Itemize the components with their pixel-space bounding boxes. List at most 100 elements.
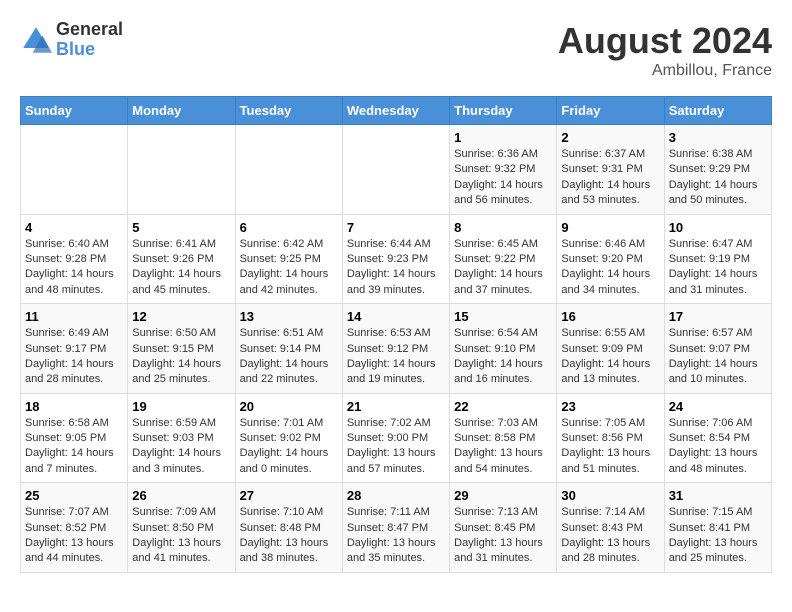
day-number: 31 [669, 488, 767, 503]
day-info: Daylight: 14 hours and 10 minutes. [669, 357, 767, 388]
calendar-cell: 24Sunrise: 7:06 AMSunset: 8:54 PMDayligh… [664, 393, 771, 483]
logo-blue-text: Blue [56, 40, 123, 60]
day-number: 16 [561, 309, 659, 324]
day-info: Daylight: 14 hours and 34 minutes. [561, 267, 659, 298]
day-info: Sunset: 9:26 PM [132, 252, 230, 267]
day-info: Sunset: 8:58 PM [454, 431, 552, 446]
day-info: Sunrise: 7:01 AM [240, 416, 338, 431]
day-info: Sunrise: 7:05 AM [561, 416, 659, 431]
day-info: Sunrise: 6:58 AM [25, 416, 123, 431]
day-number: 30 [561, 488, 659, 503]
day-info: Daylight: 13 hours and 57 minutes. [347, 446, 445, 477]
day-info: Sunrise: 6:50 AM [132, 326, 230, 341]
day-info: Sunrise: 7:11 AM [347, 505, 445, 520]
calendar-cell: 13Sunrise: 6:51 AMSunset: 9:14 PMDayligh… [235, 304, 342, 394]
day-info: Sunrise: 7:10 AM [240, 505, 338, 520]
header-cell-thursday: Thursday [450, 97, 557, 125]
day-number: 20 [240, 399, 338, 414]
header-cell-saturday: Saturday [664, 97, 771, 125]
day-info: Sunrise: 6:57 AM [669, 326, 767, 341]
calendar-header: SundayMondayTuesdayWednesdayThursdayFrid… [21, 97, 772, 125]
day-info: Sunset: 9:17 PM [25, 342, 123, 357]
logo-general-text: General [56, 20, 123, 40]
calendar-cell: 23Sunrise: 7:05 AMSunset: 8:56 PMDayligh… [557, 393, 664, 483]
calendar-cell [128, 125, 235, 215]
day-info: Sunrise: 6:36 AM [454, 147, 552, 162]
day-info: Sunset: 9:28 PM [25, 252, 123, 267]
calendar-cell: 26Sunrise: 7:09 AMSunset: 8:50 PMDayligh… [128, 483, 235, 573]
day-number: 26 [132, 488, 230, 503]
day-info: Sunset: 9:15 PM [132, 342, 230, 357]
calendar-cell: 20Sunrise: 7:01 AMSunset: 9:02 PMDayligh… [235, 393, 342, 483]
day-info: Sunset: 9:20 PM [561, 252, 659, 267]
day-number: 1 [454, 130, 552, 145]
day-number: 29 [454, 488, 552, 503]
week-row-1: 1Sunrise: 6:36 AMSunset: 9:32 PMDaylight… [21, 125, 772, 215]
header-row: SundayMondayTuesdayWednesdayThursdayFrid… [21, 97, 772, 125]
day-info: Sunrise: 6:59 AM [132, 416, 230, 431]
day-number: 9 [561, 220, 659, 235]
calendar-body: 1Sunrise: 6:36 AMSunset: 9:32 PMDaylight… [21, 125, 772, 573]
calendar-cell: 15Sunrise: 6:54 AMSunset: 9:10 PMDayligh… [450, 304, 557, 394]
calendar-cell: 30Sunrise: 7:14 AMSunset: 8:43 PMDayligh… [557, 483, 664, 573]
title-area: August 2024 Ambillou, France [558, 20, 772, 80]
calendar-cell [342, 125, 449, 215]
day-info: Sunset: 8:41 PM [669, 521, 767, 536]
day-info: Daylight: 14 hours and 31 minutes. [669, 267, 767, 298]
day-info: Sunrise: 7:07 AM [25, 505, 123, 520]
day-number: 22 [454, 399, 552, 414]
calendar-cell: 25Sunrise: 7:07 AMSunset: 8:52 PMDayligh… [21, 483, 128, 573]
calendar-cell: 28Sunrise: 7:11 AMSunset: 8:47 PMDayligh… [342, 483, 449, 573]
calendar-table: SundayMondayTuesdayWednesdayThursdayFrid… [20, 96, 772, 573]
day-info: Daylight: 14 hours and 19 minutes. [347, 357, 445, 388]
day-info: Sunrise: 6:42 AM [240, 237, 338, 252]
calendar-cell: 4Sunrise: 6:40 AMSunset: 9:28 PMDaylight… [21, 214, 128, 304]
day-info: Daylight: 14 hours and 37 minutes. [454, 267, 552, 298]
day-number: 14 [347, 309, 445, 324]
day-info: Daylight: 14 hours and 25 minutes. [132, 357, 230, 388]
day-number: 18 [25, 399, 123, 414]
day-info: Sunset: 9:23 PM [347, 252, 445, 267]
day-info: Sunrise: 7:15 AM [669, 505, 767, 520]
calendar-cell [235, 125, 342, 215]
day-info: Sunset: 9:02 PM [240, 431, 338, 446]
day-number: 11 [25, 309, 123, 324]
day-info: Daylight: 14 hours and 53 minutes. [561, 178, 659, 209]
day-info: Sunrise: 6:51 AM [240, 326, 338, 341]
day-info: Daylight: 13 hours and 48 minutes. [669, 446, 767, 477]
day-number: 24 [669, 399, 767, 414]
day-info: Sunrise: 6:53 AM [347, 326, 445, 341]
week-row-2: 4Sunrise: 6:40 AMSunset: 9:28 PMDaylight… [21, 214, 772, 304]
day-info: Sunset: 9:10 PM [454, 342, 552, 357]
day-number: 21 [347, 399, 445, 414]
calendar-cell: 2Sunrise: 6:37 AMSunset: 9:31 PMDaylight… [557, 125, 664, 215]
calendar-cell: 16Sunrise: 6:55 AMSunset: 9:09 PMDayligh… [557, 304, 664, 394]
day-info: Daylight: 13 hours and 54 minutes. [454, 446, 552, 477]
day-number: 13 [240, 309, 338, 324]
day-info: Daylight: 14 hours and 16 minutes. [454, 357, 552, 388]
day-info: Sunset: 9:00 PM [347, 431, 445, 446]
header-cell-tuesday: Tuesday [235, 97, 342, 125]
day-info: Sunset: 9:05 PM [25, 431, 123, 446]
calendar-cell: 6Sunrise: 6:42 AMSunset: 9:25 PMDaylight… [235, 214, 342, 304]
day-info: Daylight: 13 hours and 38 minutes. [240, 536, 338, 567]
day-info: Daylight: 14 hours and 42 minutes. [240, 267, 338, 298]
day-info: Sunrise: 7:06 AM [669, 416, 767, 431]
day-info: Sunset: 9:19 PM [669, 252, 767, 267]
day-info: Sunset: 9:09 PM [561, 342, 659, 357]
day-info: Daylight: 14 hours and 56 minutes. [454, 178, 552, 209]
day-info: Daylight: 14 hours and 39 minutes. [347, 267, 445, 298]
day-info: Sunrise: 6:41 AM [132, 237, 230, 252]
calendar-cell: 19Sunrise: 6:59 AMSunset: 9:03 PMDayligh… [128, 393, 235, 483]
day-info: Sunrise: 7:13 AM [454, 505, 552, 520]
day-info: Sunset: 9:25 PM [240, 252, 338, 267]
day-number: 25 [25, 488, 123, 503]
week-row-3: 11Sunrise: 6:49 AMSunset: 9:17 PMDayligh… [21, 304, 772, 394]
day-info: Daylight: 13 hours and 44 minutes. [25, 536, 123, 567]
day-number: 5 [132, 220, 230, 235]
subtitle: Ambillou, France [558, 62, 772, 80]
header-cell-monday: Monday [128, 97, 235, 125]
day-info: Sunrise: 6:40 AM [25, 237, 123, 252]
day-info: Sunrise: 6:54 AM [454, 326, 552, 341]
calendar-cell: 18Sunrise: 6:58 AMSunset: 9:05 PMDayligh… [21, 393, 128, 483]
